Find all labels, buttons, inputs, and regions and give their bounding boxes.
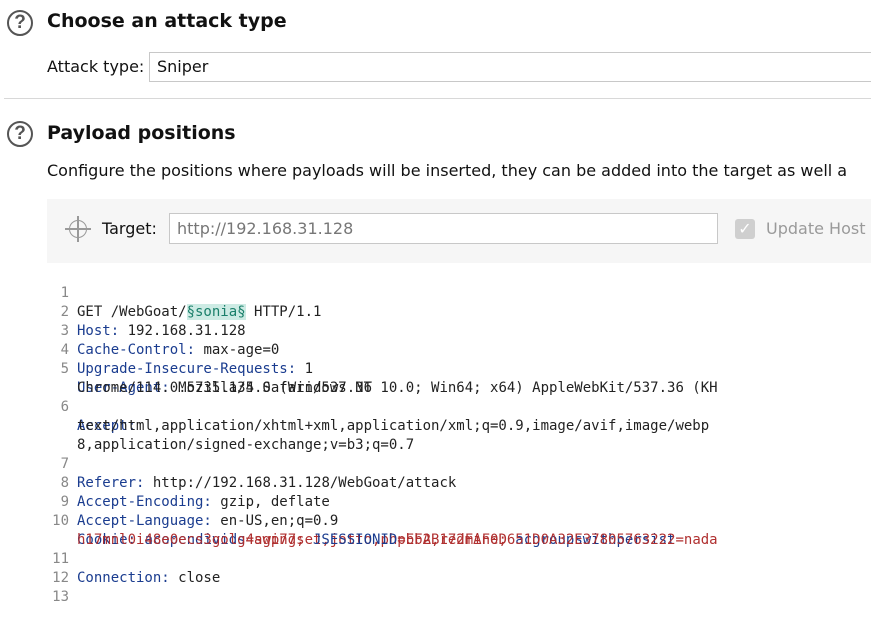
payload-positions-heading: Payload positions	[47, 122, 236, 144]
request-line: 10 Cookie: acopendivids=swingset,jotto,p…	[47, 493, 717, 548]
cookie-value: h17mnl0i48e0ecs3golg4agp77;	[77, 532, 305, 548]
header-value: http://192.168.31.128/WebGoat/attack	[144, 475, 457, 491]
header-value: gzip, deflate	[211, 494, 330, 510]
update-host-checkbox[interactable]: ✓	[735, 219, 755, 239]
line-number: 13	[52, 589, 69, 605]
request-line: 7 Referer: http://192.168.31.128/WebGoat…	[47, 436, 457, 491]
request-line: 11 Connection: close	[47, 531, 220, 586]
http-version: HTTP/1.1	[245, 304, 322, 320]
cookie-value: =EFAB172FAF0D651D0A32E37805763222	[397, 532, 676, 548]
request-line: 6 Accept:	[47, 379, 136, 434]
update-host-label: Update Host	[766, 219, 866, 238]
help-icon[interactable]: ?	[7, 121, 33, 147]
request-line: 9 Accept-Language: en-US,en;q=0.9	[47, 474, 339, 529]
header-value: text/html,application/xhtml+xml,applicat…	[77, 418, 710, 434]
request-line: 3 Cache-Control: max-age=0	[47, 303, 280, 358]
attack-type-heading: Choose an attack type	[47, 10, 287, 32]
request-line: 4 Upgrade-Insecure-Requests: 1	[47, 322, 313, 377]
cookie-name: JSESSIONID	[304, 532, 398, 548]
header-key: Upgrade-Insecure-Requests:	[77, 361, 297, 377]
header-value: en-US,en;q=0.9	[211, 513, 339, 529]
header-value: close	[169, 570, 221, 586]
request-line-wrap: h17mnl0i48e0ecs3golg4agp77; JSESSIONID=E…	[47, 512, 675, 548]
request-line: 2 Host: 192.168.31.128	[47, 284, 246, 339]
request-line: 1 GET /WebGoat/§sonia§ HTTP/1.1	[47, 265, 321, 320]
request-line: 8 Accept-Encoding: gzip, deflate	[47, 455, 330, 510]
attack-type-label: Attack type:	[47, 57, 145, 76]
payload-positions-description: Configure the positions where payloads w…	[47, 161, 848, 180]
header-value: 8,application/signed-exchange;v=b3;q=0.7	[77, 437, 415, 453]
request-line: 13	[47, 569, 98, 605]
target-label: Target:	[102, 219, 157, 238]
target-input[interactable]: http://192.168.31.128	[169, 213, 718, 244]
target-row: Target: http://192.168.31.128 ✓ Update H…	[47, 199, 871, 261]
header-value: max-age=0	[195, 342, 280, 358]
payload-positions-panel: Target: http://192.168.31.128 ✓ Update H…	[47, 199, 871, 605]
request-line-wrap: 8,application/signed-exchange;v=b3;q=0.7	[47, 417, 414, 453]
request-line: 12	[47, 550, 98, 586]
request-line: 5 User-Agent: Mozilla/5.0 (Windows NT 10…	[47, 341, 718, 396]
header-value: 1	[296, 361, 314, 377]
request-editor[interactable]: 1 GET /WebGoat/§sonia§ HTTP/1.1 2 Host: …	[47, 263, 871, 605]
attack-type-select[interactable]: Sniper	[149, 52, 871, 82]
request-line-wrap: text/html,application/xhtml+xml,applicat…	[47, 398, 709, 434]
cookie-value: =nada	[675, 532, 718, 548]
section-divider	[4, 98, 871, 99]
payload-marker[interactable]: §sonia§	[186, 304, 246, 320]
crosshair-icon	[65, 216, 91, 242]
header-value: Chrome/114.0.5735.134 Safari/537.36	[77, 380, 373, 396]
request-line-wrap: Chrome/114.0.5735.134 Safari/537.36	[47, 360, 372, 396]
header-value: 192.168.31.128	[119, 323, 246, 339]
help-icon[interactable]: ?	[7, 10, 33, 36]
